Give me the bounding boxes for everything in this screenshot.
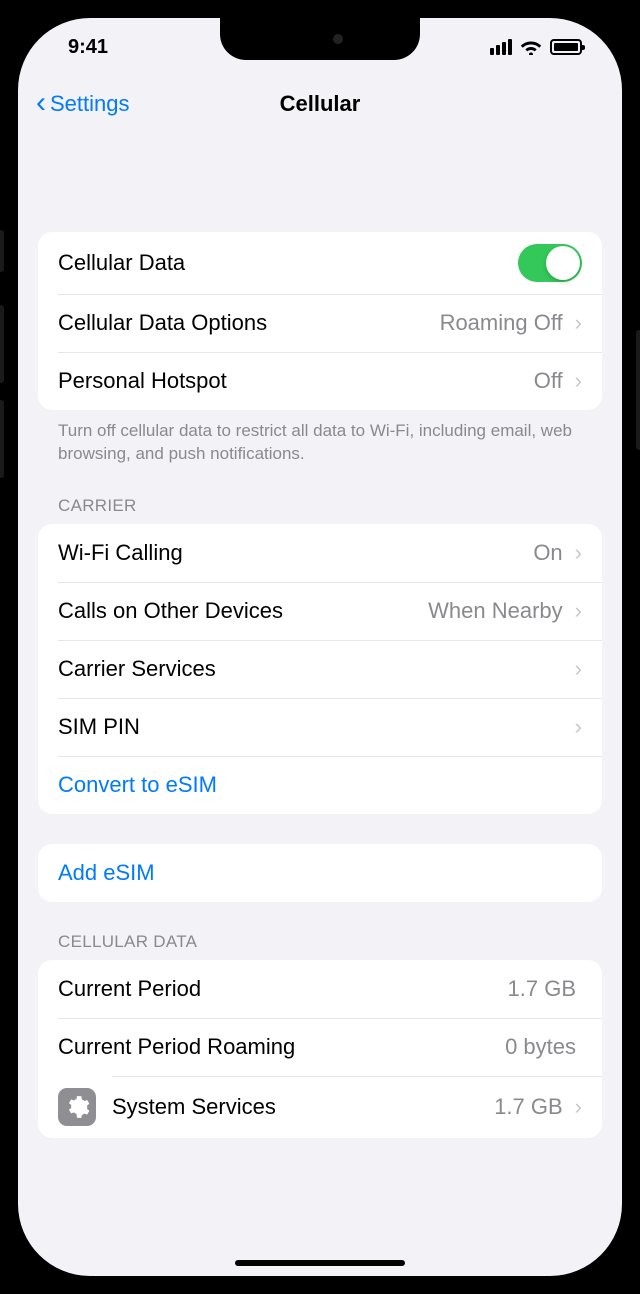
row-label: Current Period [58, 976, 508, 1002]
back-label: Settings [50, 91, 130, 117]
chevron-right-icon: › [575, 656, 582, 682]
calls-on-other-devices-row[interactable]: Calls on Other Devices When Nearby › [38, 582, 602, 640]
row-label: Cellular Data Options [58, 310, 440, 336]
chevron-right-icon: › [575, 310, 582, 336]
cellular-signal-icon [490, 39, 512, 55]
section-footer: Turn off cellular data to restrict all d… [38, 410, 602, 466]
row-value: When Nearby [428, 598, 563, 624]
row-label: Calls on Other Devices [58, 598, 428, 624]
row-value: Roaming Off [440, 310, 563, 336]
status-time: 9:41 [68, 36, 108, 59]
battery-icon [550, 39, 582, 55]
carrier-header: Carrier [38, 466, 602, 524]
row-value: On [533, 540, 562, 566]
row-label: Wi-Fi Calling [58, 540, 533, 566]
row-label: Cellular Data [58, 250, 518, 276]
chevron-right-icon: › [575, 598, 582, 624]
row-label: Carrier Services [58, 656, 569, 682]
gear-icon [58, 1088, 96, 1126]
page-title: Cellular [280, 91, 361, 117]
chevron-right-icon: › [575, 714, 582, 740]
chevron-right-icon: › [575, 1094, 582, 1120]
navigation-bar: ‹ Settings Cellular [18, 76, 622, 132]
row-label: System Services [112, 1094, 494, 1120]
wifi-calling-row[interactable]: Wi-Fi Calling On › [38, 524, 602, 582]
carrier-services-row[interactable]: Carrier Services › [38, 640, 602, 698]
add-esim-row[interactable]: Add eSIM [38, 844, 602, 902]
chevron-right-icon: › [575, 368, 582, 394]
row-label: Personal Hotspot [58, 368, 534, 394]
cellular-data-toggle[interactable] [518, 244, 582, 282]
current-period-row: Current Period 1.7 GB [38, 960, 602, 1018]
row-value: 0 bytes [505, 1034, 576, 1060]
personal-hotspot-row[interactable]: Personal Hotspot Off › [38, 352, 602, 410]
device-notch [220, 18, 420, 60]
current-period-roaming-row: Current Period Roaming 0 bytes [38, 1018, 602, 1076]
row-value: 1.7 GB [508, 976, 576, 1002]
convert-to-esim-row[interactable]: Convert to eSIM [38, 756, 602, 814]
row-label: Current Period Roaming [58, 1034, 505, 1060]
wifi-icon [520, 39, 542, 55]
row-label: SIM PIN [58, 714, 569, 740]
cellular-data-options-row[interactable]: Cellular Data Options Roaming Off › [38, 294, 602, 352]
chevron-right-icon: › [575, 540, 582, 566]
cellular-data-header: Cellular Data [38, 902, 602, 960]
cellular-data-row[interactable]: Cellular Data [38, 232, 602, 294]
back-button[interactable]: ‹ Settings [36, 88, 130, 120]
home-indicator[interactable] [235, 1260, 405, 1266]
system-services-row[interactable]: System Services 1.7 GB › [38, 1076, 602, 1138]
chevron-left-icon: ‹ [36, 86, 46, 120]
row-value: Off [534, 368, 563, 394]
row-label: Convert to eSIM [58, 772, 582, 798]
sim-pin-row[interactable]: SIM PIN › [38, 698, 602, 756]
row-label: Add eSIM [58, 860, 582, 886]
row-value: 1.7 GB [494, 1094, 562, 1120]
